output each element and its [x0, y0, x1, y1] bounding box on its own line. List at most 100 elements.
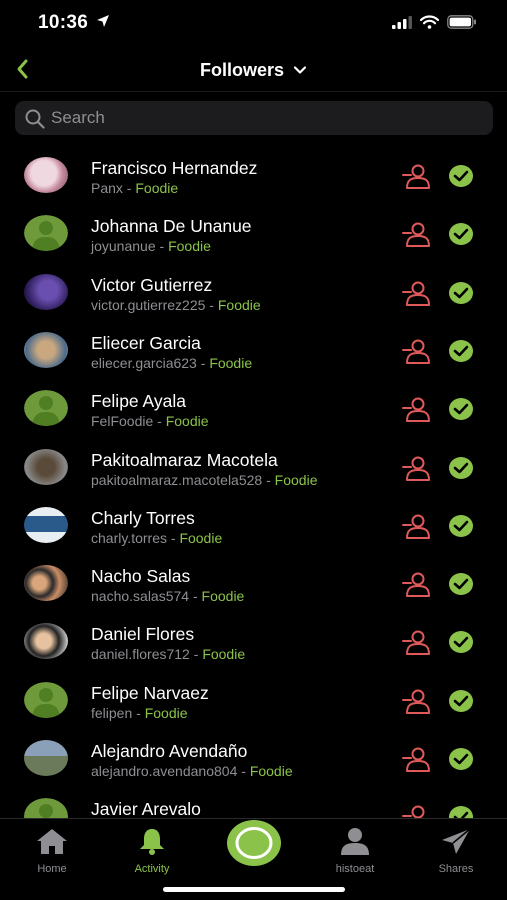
unfollow-icon	[402, 747, 430, 772]
avatar[interactable]	[24, 448, 68, 485]
unfollow-button[interactable]	[401, 455, 431, 486]
avatar[interactable]	[24, 331, 68, 368]
avatar[interactable]	[24, 215, 68, 252]
following-check-button[interactable]	[449, 514, 473, 542]
follower-row[interactable]: Daniel Flores daniel.flores712 - Foodie	[0, 613, 507, 671]
unfollow-button[interactable]	[401, 280, 431, 311]
follower-badge: Foodie	[165, 413, 209, 430]
avatar[interactable]	[24, 681, 68, 718]
ring-icon	[227, 820, 281, 866]
tab-profile[interactable]: histoeat	[315, 827, 395, 875]
follower-subtitle: alejandro.avendano804 - Foodie	[91, 763, 293, 779]
avatar[interactable]	[24, 273, 68, 310]
unfollow-button[interactable]	[401, 338, 431, 369]
follower-name[interactable]: Johanna De Unanue	[91, 216, 252, 237]
avatar[interactable]	[24, 798, 68, 818]
unfollow-button[interactable]	[401, 688, 431, 719]
separator: -	[189, 588, 202, 605]
unfollow-icon	[402, 514, 430, 539]
follower-badge: Foodie	[202, 646, 246, 663]
default-avatar-icon	[24, 390, 68, 427]
follower-name[interactable]: Charly Torres	[91, 508, 195, 529]
follower-row[interactable]: Johanna De Unanue joyunanue - Foodie	[0, 205, 507, 263]
bell-icon	[140, 829, 164, 855]
follower-username: daniel.flores712	[91, 646, 190, 663]
unfollow-button[interactable]	[401, 513, 431, 544]
check-circle-icon	[449, 223, 473, 246]
follower-row[interactable]: Francisco Hernandez Panx - Foodie	[0, 147, 507, 205]
follower-name[interactable]: Daniel Flores	[91, 624, 194, 645]
following-check-button[interactable]	[449, 223, 473, 250]
follower-badge: Foodie	[209, 354, 253, 371]
follower-badge: Foodie	[201, 588, 245, 605]
unfollow-button[interactable]	[401, 804, 431, 818]
unfollow-icon	[402, 572, 430, 598]
follower-badge: Foodie	[249, 763, 293, 779]
tab-profile-label: histoeat	[335, 863, 375, 875]
separator: -	[196, 354, 210, 371]
unfollow-button[interactable]	[401, 221, 431, 252]
check-circle-icon	[449, 339, 473, 362]
following-check-button[interactable]	[449, 748, 473, 775]
follower-name[interactable]: Pakitoalmaraz Macotela	[91, 450, 278, 471]
follower-username: nacho.salas574	[91, 588, 190, 605]
follower-name[interactable]: Javier Arevalo	[91, 799, 201, 818]
follower-subtitle: nacho.salas574 - Foodie	[91, 588, 244, 604]
search-bar[interactable]	[15, 101, 493, 135]
chevron-down-icon	[293, 66, 307, 74]
follower-name[interactable]: Felipe Ayala	[91, 391, 186, 412]
avatar[interactable]	[24, 157, 68, 193]
unfollow-button[interactable]	[401, 746, 431, 777]
center-action-button[interactable]	[226, 819, 282, 867]
follower-row[interactable]: Alejandro Avendaño alejandro.avendano804 …	[0, 730, 507, 788]
follower-name[interactable]: Francisco Hernandez	[91, 158, 257, 179]
follower-row[interactable]: Felipe Ayala FelFoodie - Foodie	[0, 380, 507, 438]
follower-row[interactable]: Felipe Narvaez felipen - Foodie	[0, 672, 507, 730]
check-circle-icon	[449, 573, 473, 596]
follower-name[interactable]: Felipe Narvaez	[91, 683, 209, 704]
tab-shares[interactable]: Shares	[416, 827, 496, 875]
avatar[interactable]	[24, 506, 68, 543]
following-check-button[interactable]	[449, 281, 473, 309]
unfollow-button[interactable]	[401, 163, 431, 194]
default-avatar-icon	[24, 215, 68, 252]
follower-row[interactable]: Victor Gutierrez victor.gutierrez225 - Fo…	[0, 264, 507, 322]
unfollow-button[interactable]	[401, 396, 431, 427]
avatar[interactable]	[24, 390, 68, 427]
following-check-button[interactable]	[449, 806, 473, 818]
follower-subtitle: joyunanue - Foodie	[91, 238, 211, 254]
title-dropdown[interactable]: Followers	[0, 59, 507, 81]
follower-row[interactable]: Charly Torres charly.torres - Foodie	[0, 497, 507, 555]
avatar[interactable]	[24, 740, 68, 776]
avatar[interactable]	[24, 565, 68, 602]
following-check-button[interactable]	[449, 573, 473, 600]
follower-row[interactable]: Pakitoalmaraz Macotela pakitoalmaraz.maco…	[0, 439, 507, 497]
follower-row[interactable]: Javier Arevalo	[0, 788, 507, 818]
follower-row[interactable]: Nacho Salas nacho.salas574 - Foodie	[0, 555, 507, 613]
follower-row[interactable]: Eliecer Garcia eliecer.garcia623 - Foodie	[0, 322, 507, 380]
follower-name[interactable]: Alejandro Avendaño	[91, 741, 247, 762]
following-check-button[interactable]	[449, 165, 473, 192]
unfollow-button[interactable]	[401, 571, 431, 602]
tab-bar: Home Activity histoeat Shares	[0, 818, 507, 900]
separator: -	[189, 646, 203, 663]
follower-name[interactable]: Eliecer Garcia	[91, 333, 201, 354]
following-check-button[interactable]	[449, 398, 473, 425]
tab-activity[interactable]: Activity	[112, 827, 192, 875]
following-check-button[interactable]	[449, 689, 473, 717]
follower-name[interactable]: Victor Gutierrez	[91, 275, 212, 296]
follower-name[interactable]: Nacho Salas	[91, 566, 190, 587]
unfollow-button[interactable]	[401, 629, 431, 660]
search-input[interactable]	[51, 101, 481, 135]
follower-username: victor.gutierrez225	[91, 296, 206, 313]
following-check-button[interactable]	[449, 339, 473, 367]
tab-home[interactable]: Home	[12, 827, 92, 875]
following-check-button[interactable]	[449, 631, 473, 658]
following-check-button[interactable]	[449, 456, 473, 484]
search-icon	[25, 109, 45, 129]
check-circle-icon	[449, 456, 473, 479]
tab-home-label: Home	[37, 863, 67, 875]
default-avatar-icon	[24, 681, 68, 718]
follower-username: alejandro.avendano804	[91, 763, 238, 779]
avatar[interactable]	[24, 623, 68, 660]
